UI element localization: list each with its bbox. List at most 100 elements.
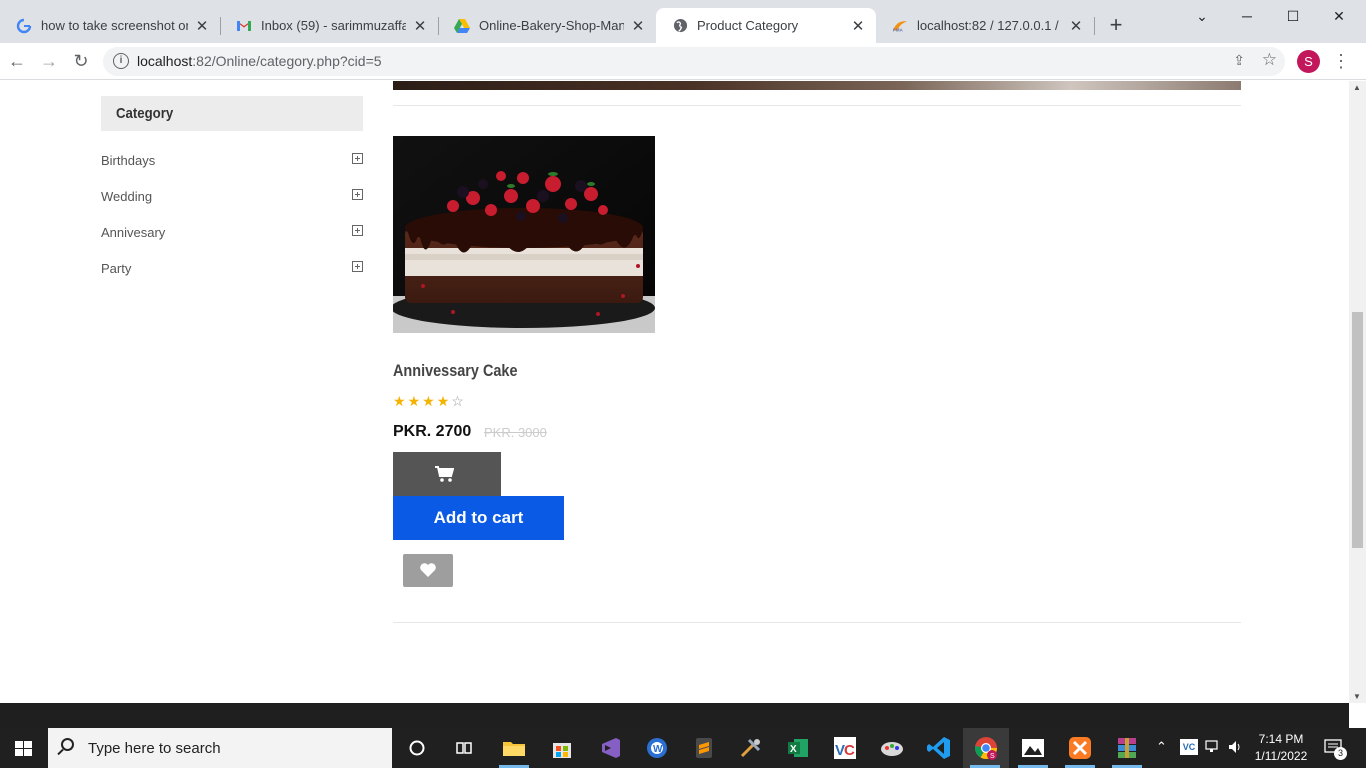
word-edit-icon[interactable]: W (643, 734, 671, 762)
close-tab-icon[interactable]: ✕ (194, 17, 210, 35)
tab-google-search[interactable]: how to take screenshot on pc ✕ (0, 8, 220, 43)
search-placeholder: Type here to search (88, 740, 221, 757)
svg-text:W: W (653, 744, 663, 755)
task-view-icon[interactable] (450, 734, 478, 762)
close-tab-icon[interactable]: ✕ (850, 17, 866, 35)
expand-plus-icon[interactable] (352, 189, 363, 200)
microsoft-store-icon[interactable] (548, 734, 576, 762)
close-tab-icon[interactable]: ✕ (630, 17, 646, 35)
scroll-down-icon[interactable]: ▼ (1353, 692, 1361, 701)
google-icon (16, 18, 32, 34)
svg-text:PMA: PMA (893, 27, 904, 32)
page-scrollbar[interactable]: ▲ ▼ (1349, 81, 1366, 703)
excel-icon[interactable]: X (784, 734, 812, 762)
cortana-icon[interactable] (403, 734, 431, 762)
add-to-cart-button[interactable]: Add to cart (393, 496, 564, 540)
product-price: PKR. 2700 (393, 423, 472, 440)
tab-gmail[interactable]: Inbox (59) - sarimmuzaffar14 ✕ (220, 8, 438, 43)
tab-search-chevron-icon[interactable]: ⌄ (1179, 4, 1225, 28)
sidebar-item-label[interactable]: Wedding (101, 189, 152, 204)
window-close-button[interactable]: ✕ (1316, 4, 1362, 28)
browser-tab-strip: how to take screenshot on pc ✕ Inbox (59… (0, 0, 1366, 43)
tab-title: Product Category (697, 18, 799, 33)
svg-text:C: C (844, 742, 855, 759)
chrome-icon[interactable]: S (972, 734, 1000, 762)
share-icon[interactable]: ⇪ (1233, 52, 1245, 69)
clock-date: 1/11/2022 (1254, 749, 1308, 763)
category-heading-text: Category (116, 105, 174, 122)
tab-title: Online-Bakery-Shop-Manage (479, 18, 624, 33)
vc-tray-icon[interactable]: VC (1180, 739, 1198, 755)
drive-icon (454, 18, 470, 34)
volume-icon[interactable] (1228, 740, 1244, 754)
show-hidden-icons-chevron-icon[interactable]: ⌃ (1156, 739, 1167, 779)
divider (393, 622, 1241, 623)
expand-plus-icon[interactable] (352, 225, 363, 236)
scrollbar-thumb[interactable] (1352, 312, 1363, 548)
expand-plus-icon[interactable] (352, 261, 363, 272)
sidebar-item-label[interactable]: Annivesary (101, 225, 165, 240)
address-bar[interactable]: i localhost:82/Online/category.php?cid=5… (103, 47, 1285, 76)
xampp-icon[interactable] (1066, 734, 1094, 762)
bookmark-star-icon[interactable]: ☆ (1262, 50, 1277, 70)
product-image[interactable] (393, 136, 655, 333)
tab-title: how to take screenshot on pc (41, 18, 188, 33)
taskbar-search-box[interactable]: Type here to search (48, 728, 392, 768)
network-icon[interactable] (1205, 740, 1221, 754)
product-name[interactable]: Annivessary Cake (393, 361, 518, 381)
scroll-up-icon[interactable]: ▲ (1353, 83, 1361, 92)
tools-icon[interactable] (737, 734, 765, 762)
file-explorer-icon[interactable] (500, 734, 528, 762)
close-tab-icon[interactable]: ✕ (1068, 17, 1084, 35)
heart-icon (420, 563, 436, 577)
url-text[interactable]: localhost:82/Online/category.php?cid=5 (137, 53, 382, 69)
minimize-button[interactable]: ─ (1224, 4, 1270, 28)
star-filled-icon: ★ (422, 393, 437, 409)
star-filled-icon: ★ (393, 393, 408, 409)
star-filled-icon: ★ (407, 393, 423, 409)
new-tab-button[interactable]: + (1104, 14, 1128, 38)
notifications-icon[interactable]: 3 (1324, 738, 1347, 760)
category-heading: Category (101, 96, 363, 131)
sidebar-item-birthdays[interactable]: Birthdays (101, 151, 363, 171)
cart-icon-button[interactable] (393, 452, 501, 496)
wishlist-button[interactable] (403, 554, 453, 587)
url-path: :82/Online/category.php?cid=5 (192, 53, 382, 69)
search-icon (61, 738, 74, 751)
expand-plus-icon[interactable] (352, 153, 363, 164)
forward-arrow-icon[interactable]: → (37, 49, 61, 73)
url-host: localhost (137, 53, 193, 69)
maximize-button[interactable]: ☐ (1270, 4, 1316, 28)
sublime-text-icon[interactable] (690, 734, 718, 762)
svg-text:X: X (790, 744, 797, 755)
close-tab-icon[interactable]: ✕ (412, 17, 428, 35)
taskbar-clock[interactable]: 7:14 PM 1/11/2022 (1248, 731, 1314, 765)
photos-icon[interactable] (1019, 734, 1047, 762)
site-info-icon[interactable]: i (113, 53, 129, 69)
sidebar-item-label[interactable]: Birthdays (101, 153, 155, 168)
visual-studio-icon[interactable] (596, 734, 624, 762)
product-rating: ★★★★☆ (393, 393, 466, 410)
tab-phpmyadmin[interactable]: PMA localhost:82 / 127.0.0.1 / pata ✕ (876, 8, 1094, 43)
tab-product-category[interactable]: Product Category ✕ (656, 8, 876, 43)
clock-time: 7:14 PM (1258, 732, 1304, 746)
winrar-icon[interactable] (1113, 734, 1141, 762)
sidebar-item-annivesary[interactable]: Annivesary (101, 223, 363, 243)
vscode-icon[interactable] (925, 734, 953, 762)
tab-drive[interactable]: Online-Bakery-Shop-Manage ✕ (438, 8, 656, 43)
sidebar-item-label[interactable]: Party (101, 261, 131, 276)
divider (393, 105, 1241, 106)
page-viewport: Category Birthdays Wedding Annivesary Pa… (0, 81, 1349, 703)
sidebar-item-party[interactable]: Party (101, 259, 363, 279)
reload-icon[interactable]: ↻ (69, 49, 93, 73)
browser-toolbar: ← → ↻ i localhost:82/Online/category.php… (0, 43, 1366, 80)
vc-app-icon[interactable]: VC (831, 734, 859, 762)
profile-avatar[interactable]: S (1297, 50, 1320, 73)
sidebar-item-wedding[interactable]: Wedding (101, 187, 363, 207)
product-old-price: PKR. 3000 (484, 425, 547, 440)
windows-start-button[interactable] (0, 728, 48, 768)
chrome-menu-icon[interactable]: ⋮ (1331, 49, 1351, 73)
back-arrow-icon[interactable]: ← (5, 49, 29, 73)
windows-logo-icon (15, 741, 32, 756)
paint-app-icon[interactable] (878, 734, 906, 762)
